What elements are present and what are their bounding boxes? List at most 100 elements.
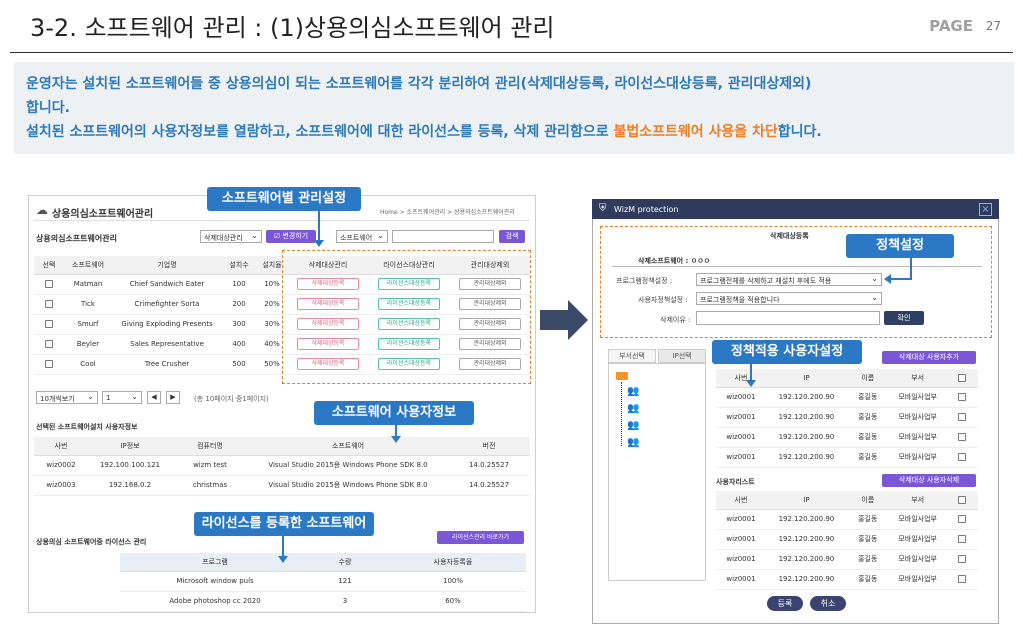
callout-arrow-line (910, 258, 912, 280)
license-title: 상용의심 소프트웨어중 라이선스 관리 (36, 538, 147, 546)
row-checkbox[interactable] (958, 575, 967, 583)
description-line-2: 합니다. (26, 100, 70, 116)
section-divider (612, 266, 982, 267)
header-divider (34, 220, 530, 221)
col-count: 설치수 (222, 256, 256, 275)
table-row: wiz0003 192.168.0.2 christmas Visual Stu… (34, 475, 530, 496)
filter-select[interactable]: 삭제대상관리 (200, 230, 262, 243)
cloud-icon: ☁ (36, 203, 48, 217)
page-size-select[interactable]: 10개씩보기 (36, 391, 98, 404)
table-row: wiz0001 192.120.200.90 홍길동 모바일사업부 (716, 387, 978, 408)
shield-icon: ⛨ (599, 203, 607, 214)
row-checkbox[interactable] (958, 515, 967, 523)
callout-arrow-head (278, 556, 288, 563)
table-row: wiz0002 192.100.100.121 wizm test Visual… (34, 455, 530, 476)
user-info-table: 사번 IP정보 컴퓨터명 소프트웨어 버전 wiz0002 192.100.10… (34, 437, 530, 496)
confirm-button[interactable]: 확인 (884, 311, 924, 325)
page-title: 3-2. 소프트웨어 관리 : (1)상용의심소프트웨어 관리 (30, 14, 555, 42)
target-sw-label: 삭제소프트웨어 : ㅇㅇㅇ (638, 257, 711, 265)
user-list-title: 사용자리스트 (716, 478, 755, 486)
users-icon: 👥 (627, 403, 640, 414)
cancel-button[interactable]: 취소 (810, 596, 846, 611)
tab-ip[interactable]: IP선택 (658, 349, 706, 363)
search-field-select[interactable]: 소프트웨어 (336, 230, 388, 243)
row-checkbox[interactable] (45, 320, 53, 328)
search-button[interactable]: 검색 (499, 230, 525, 243)
license-header-row: 프로그램 수량 사용자등록율 (120, 553, 526, 572)
table-row: wiz0001 192.120.200.90 홍길동 모바일사업부 (716, 427, 978, 448)
table-row: Adobe photoshop cc 2020 3 60% (120, 591, 526, 612)
row-checkbox[interactable] (958, 535, 967, 543)
page-label: PAGE (929, 17, 973, 35)
users-icon: 👥 (627, 386, 640, 397)
callout-arrow-head (746, 380, 756, 387)
select-all-checkbox[interactable] (958, 373, 967, 382)
title-divider (10, 52, 1013, 53)
user-policy-select[interactable]: 프로그램정책을 적용합니다 (696, 292, 882, 305)
callout-arrow-head (391, 436, 401, 443)
table-row: wiz0001 192.120.200.90 홍길동 모바일사업부 (716, 447, 978, 468)
screen-title: 상용의심소프트웨어관리 (52, 209, 154, 220)
search-input[interactable] (392, 230, 494, 243)
transition-arrow-body (540, 310, 570, 330)
tab-dept[interactable]: 부서선택 (608, 349, 656, 363)
page-select[interactable]: 1 (102, 391, 142, 404)
register-button[interactable]: 등록 (767, 596, 803, 611)
user-list-table: 사번 IP 이름 부서 wiz0001 192.120.200.90 홍길동 모… (716, 491, 978, 590)
row-checkbox[interactable] (958, 453, 967, 461)
modal-title: WizM protection (614, 205, 679, 214)
transition-arrow-head (568, 300, 588, 340)
col-select: 선택 (34, 256, 64, 275)
callout-arrow-line (890, 278, 912, 280)
callout-sw-settings: 소프트웨어별 관리설정 (207, 187, 361, 211)
col-software: 소프트웨어 (64, 256, 112, 275)
description-line-3: 설치된 소프트웨어의 사용자정보를 열람하고, 소프트웨어에 대한 라이선스를 … (26, 124, 822, 140)
program-policy-label: 프로그램정책설정 : (616, 277, 673, 285)
license-table: 프로그램 수량 사용자등록율 Microsoft window puls 121… (120, 553, 526, 612)
col-company: 기업명 (112, 256, 222, 275)
list-title: 상용의심소프트웨어관리 (36, 234, 117, 243)
callout-arrow-head (884, 274, 891, 284)
program-policy-select[interactable]: 프로그램전체를 삭제하고 재설치 후에도 적용 (696, 273, 882, 286)
folder-icon (616, 372, 628, 380)
section-title: 삭제대상등록 (770, 232, 809, 240)
row-checkbox[interactable] (958, 555, 967, 563)
reason-input[interactable] (696, 311, 880, 325)
delete-target-user-button[interactable]: 삭제대상 사용자삭제 (882, 474, 976, 487)
tree-line (621, 382, 622, 446)
row-checkbox[interactable] (45, 340, 53, 348)
callout-license-sw: 라이선스를 등록한 소프트웨어 (194, 512, 374, 536)
change-button[interactable]: ☑ 변경하기 (266, 230, 316, 243)
settings-highlight-box (282, 250, 531, 384)
table-row: wiz0001 192.120.200.90 홍길동 모바일사업부 (716, 509, 978, 530)
user-info-title: 선택된 소프트웨어설치 사용자정보 (36, 423, 138, 431)
page-info: (총 10페이지 중1페이지) (194, 395, 269, 403)
next-page-button[interactable]: ▶ (166, 391, 180, 404)
breadcrumb: Home > 소프트웨어관리 > 상용의심소프트웨어관리 (380, 209, 515, 216)
callout-arrow-line (282, 536, 284, 558)
table-row: wiz0001 192.120.200.90 홍길동 모바일사업부 (716, 569, 978, 590)
callout-sw-user-info: 소프트웨어 사용자정보 (314, 401, 474, 425)
row-checkbox[interactable] (45, 280, 53, 288)
select-all-checkbox[interactable] (958, 495, 967, 504)
list-header-row: 사번 IP 이름 부서 (716, 491, 978, 510)
table-row: wiz0001 192.120.200.90 홍길동 모바일사업부 (716, 529, 978, 550)
row-checkbox[interactable] (45, 360, 53, 368)
callout-policy: 정책설정 (846, 234, 954, 258)
row-checkbox[interactable] (45, 300, 53, 308)
users-icon: 👥 (627, 420, 640, 431)
license-shortcut-button[interactable]: 라이선스관리 바로가기 (437, 531, 524, 544)
close-icon[interactable]: × (979, 203, 992, 216)
prev-page-button[interactable]: ◀ (147, 391, 161, 404)
callout-arrow-line (318, 211, 320, 243)
callout-policy-users: 정책적용 사용자설정 (712, 340, 862, 364)
row-checkbox[interactable] (958, 433, 967, 441)
user-policy-label: 사용자정책설정 : (638, 296, 688, 304)
description-line-1: 운영자는 설치된 소프트웨어들 중 상용의심이 되는 소프트웨어를 각각 분리하… (26, 76, 812, 92)
row-checkbox[interactable] (958, 393, 967, 401)
row-checkbox[interactable] (958, 413, 967, 421)
user-header-row: 사번 IP정보 컴퓨터명 소프트웨어 버전 (34, 437, 530, 456)
table-row: wiz0001 192.120.200.90 홍길동 모바일사업부 (716, 407, 978, 428)
add-target-user-button[interactable]: 삭제대상 사용자추가 (882, 351, 976, 364)
callout-arrow-head (314, 240, 324, 247)
